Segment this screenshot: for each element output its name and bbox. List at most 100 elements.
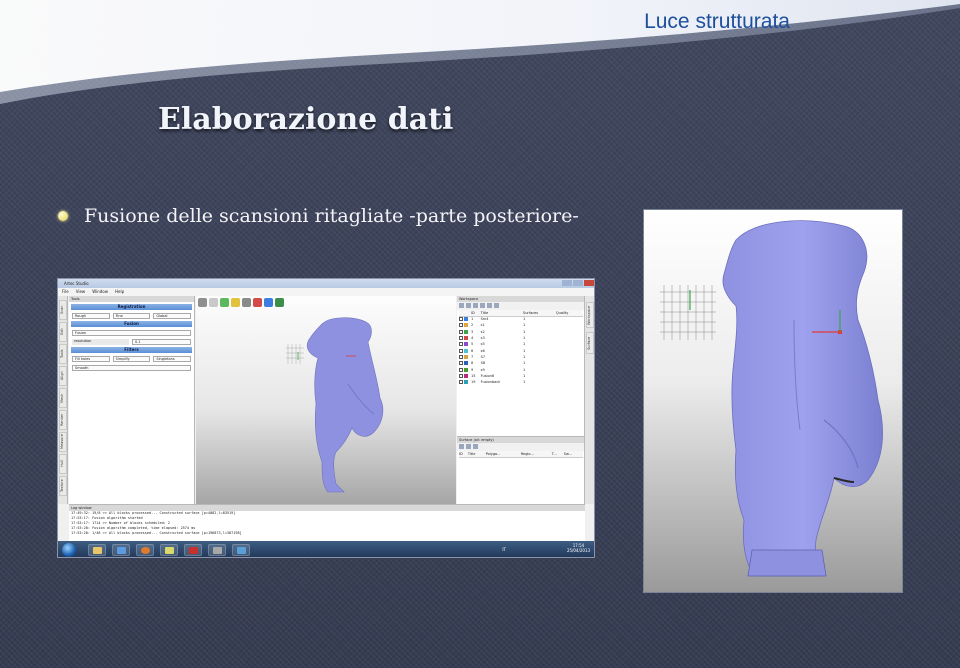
surface-eye-icon[interactable] [473,444,478,449]
taskbar-artec[interactable] [232,544,250,556]
menu-window[interactable]: Window [92,288,108,296]
row-checkbox[interactable] [459,379,471,385]
eye-icon[interactable] [480,303,485,308]
settings-icon[interactable] [494,303,499,308]
maximize-button[interactable] [573,280,583,286]
layer-color-icon [464,361,469,366]
bullet-text: Fusione delle scansioni ritagliate -part… [84,205,579,227]
simplify-select[interactable]: Simplify [112,356,151,362]
fusion-section[interactable]: Fusion [71,321,192,327]
right-tab-strip: Workspace Surface [584,296,594,504]
window-title-bar: Artec Studio [58,279,594,288]
layer-color-icon [464,336,469,341]
tab-surface[interactable]: Surface [586,332,594,354]
start-button[interactable] [62,543,76,557]
workspace-toolbar [457,302,585,310]
tab-texture[interactable]: Texture [59,476,67,496]
surface-toolbar [457,443,585,451]
fusion-type-select[interactable]: Fusion [72,330,191,336]
torso-model-small [286,317,384,493]
close-button[interactable] [584,280,594,286]
smooth-select[interactable]: Smooth [72,365,191,371]
input-language[interactable]: IT [502,547,506,552]
fine-select[interactable]: Fine [112,313,151,319]
header-band [0,0,960,104]
3d-viewport[interactable] [196,296,456,504]
taskbar-file[interactable] [160,544,178,556]
slide-title: Elaborazione dati [158,102,454,137]
window-controls [562,280,594,286]
torso-render-large [643,209,903,593]
filters-section[interactable]: Filters [71,347,192,353]
tab-align[interactable]: Align [59,366,67,386]
surf-col-sw[interactable]: Sw... [563,451,583,458]
log-line: 17:53:20: 1/48 >> All blocks processed..… [71,531,242,535]
tab-scan[interactable]: Scan [59,300,67,320]
tab-hull[interactable]: Hull [59,454,67,474]
taskbar-pdf[interactable] [184,544,202,556]
bullet-item: Fusione delle scansioni ritagliate -part… [58,205,579,227]
workspace-row[interactable]: 19 Fusionback 1 [459,379,583,385]
layer-color-icon [464,380,469,385]
surf-col-id[interactable]: ID [459,451,468,458]
tools-panel: Tools Registration Rough Fine Global Fus… [69,296,195,504]
copy-icon[interactable] [473,303,478,308]
menu-view[interactable]: View [76,288,86,296]
taskbar-explorer[interactable] [88,544,106,556]
surf-col-regions[interactable]: Regio... [520,451,552,458]
window-title: Artec Studio [64,281,89,286]
surface-add-icon[interactable] [459,444,464,449]
tab-edit[interactable]: Edit [59,322,67,342]
row-id: 19 [471,380,476,385]
taskbar-firefox[interactable] [136,544,154,556]
lock-icon[interactable] [487,303,492,308]
bullet-icon [58,211,68,221]
tab-workspace[interactable]: Workspace [586,302,594,328]
tab-measure[interactable]: Measure [59,432,67,452]
tools-panel-header: Tools [69,296,194,302]
software-screenshot: Artec Studio File View Window Help Scan … [57,278,595,558]
workspace-table: ID Title Surfaces Quality 1 Sm4 1 2 s1 1 3 s2… [459,310,583,385]
slide-header: Luce strutturata [644,10,790,33]
left-tab-strip: Scan Edit Tools Align Mesh Render Measur… [58,296,68,504]
row-title: Fusionback [480,380,501,385]
surf-col-t[interactable]: T... [551,451,564,458]
workspace-rows: 1 Sm4 1 2 s1 1 3 s2 1 4 s3 1 5 s5 1 6 s6 1 7 S7 1 8 S8 1… [459,316,583,385]
surface-delete-icon[interactable] [466,444,471,449]
resolution-input[interactable]: 0.1 [132,339,191,345]
surf-col-polygons[interactable]: Polygo... [485,451,521,458]
global-select[interactable]: Global [153,313,192,319]
torso-render-svg [660,220,883,577]
system-clock[interactable]: 17:54 25/04/2013 [567,543,590,553]
layer-color-icon [464,373,469,378]
menu-file[interactable]: File [62,288,69,296]
menu-bar: File View Window Help [58,288,594,296]
surf-col-title[interactable]: Title [467,451,486,458]
taskbar-media[interactable] [112,544,130,556]
layer-color-icon [464,367,469,372]
taskbar-tool[interactable] [208,544,226,556]
add-icon[interactable] [459,303,464,308]
tab-render[interactable]: Render [59,410,67,430]
fill-holes-select[interactable]: Fill holes [72,356,110,362]
menu-help[interactable]: Help [115,288,124,296]
resolution-label: resolution [72,339,129,345]
layer-color-icon [464,323,469,328]
tab-mesh[interactable]: Mesh [59,388,67,408]
layer-color-icon [464,354,469,359]
surface-table: ID Title Polygo... Regio... T... Sw... [459,451,583,458]
row-quality [556,379,583,385]
singletons-select[interactable]: Singletons [153,356,192,362]
rough-select[interactable]: Rough [72,313,110,319]
surface-panel: Surface (all: empty) ID Title Polygo... … [457,436,585,504]
registration-section[interactable]: Registration [71,304,192,310]
clock-date: 25/04/2013 [566,548,590,553]
layer-color-icon [464,329,469,334]
layer-color-icon [464,317,469,322]
taskbar: IT 17:54 25/04/2013 [58,541,594,557]
delete-icon[interactable] [466,303,471,308]
row-surfaces: 1 [522,380,526,385]
tab-tools[interactable]: Tools [59,344,67,364]
minimize-button[interactable] [562,280,572,286]
log-window: Log window 17:49:32: 19/8 >> All blocks … [69,504,585,541]
